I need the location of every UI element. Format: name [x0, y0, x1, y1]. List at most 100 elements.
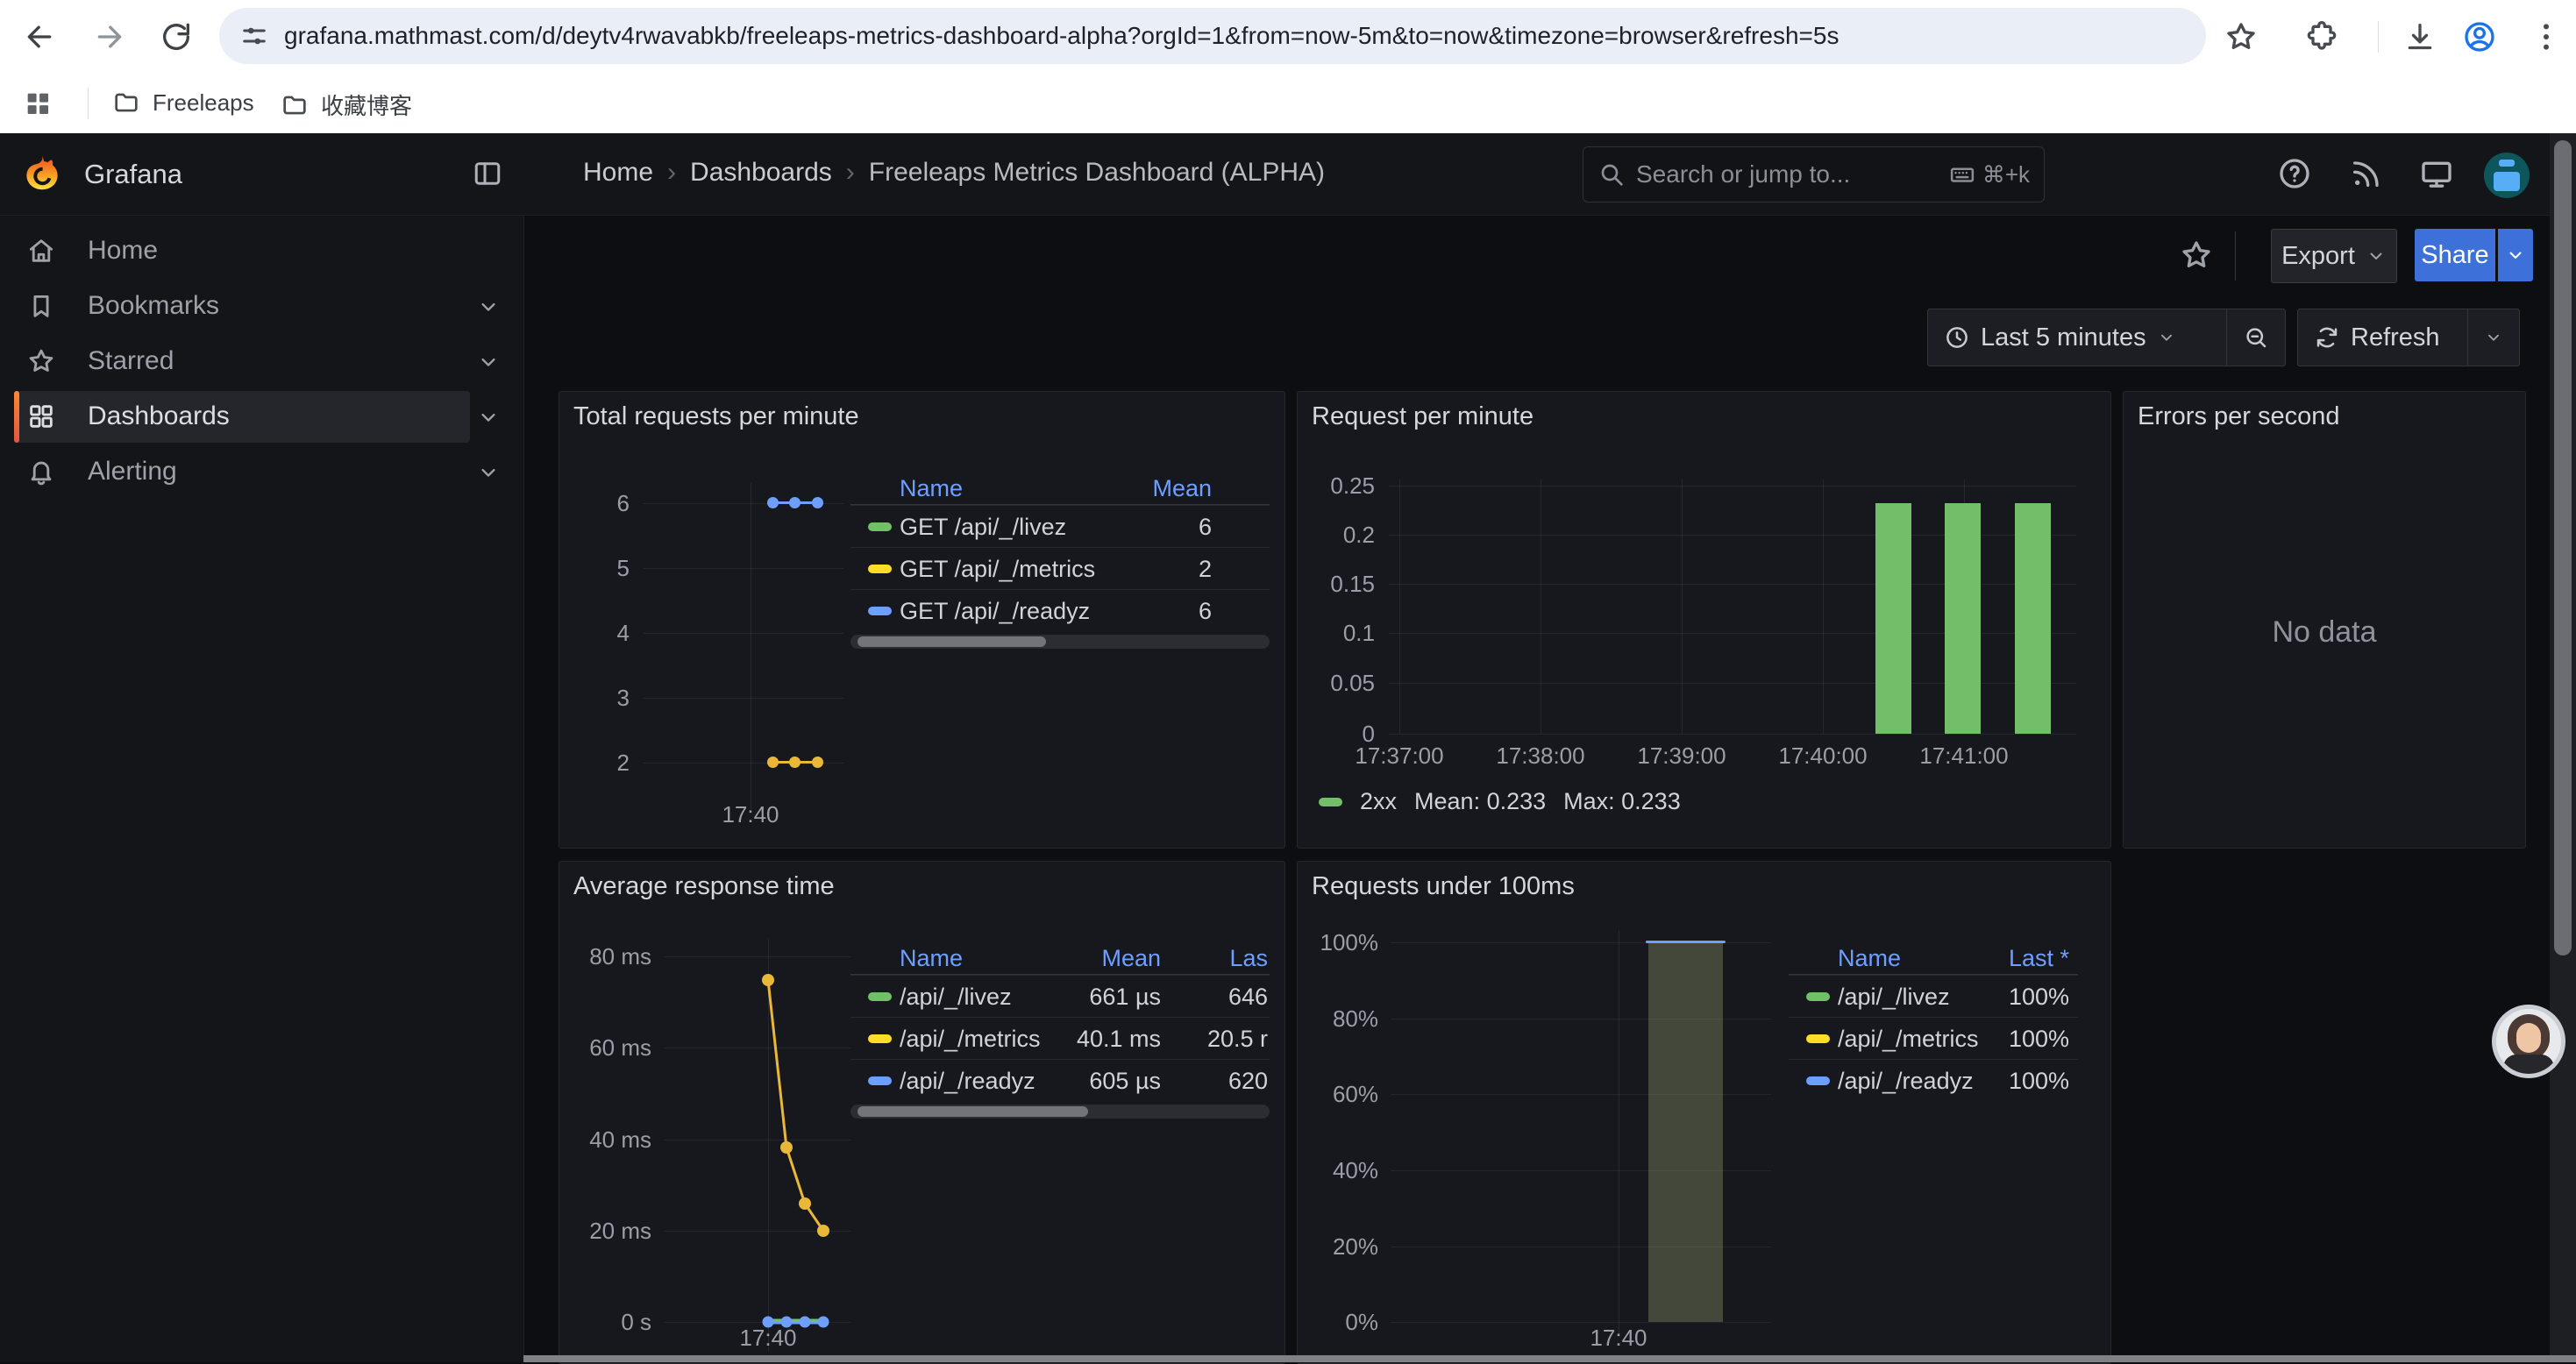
- legend-row[interactable]: GET /api/_/readyz 6: [850, 589, 1270, 631]
- chevron-down-icon[interactable]: [476, 460, 501, 485]
- sidebar-item-starred[interactable]: Starred: [0, 334, 523, 389]
- y-tick: 3: [559, 686, 630, 709]
- legend-col-mean[interactable]: Mean: [1152, 475, 1212, 502]
- legend-row[interactable]: GET /api/_/metrics 2: [850, 547, 1270, 589]
- x-tick: 17:39:00: [1620, 744, 1743, 767]
- series-name[interactable]: /api/_/livez: [1838, 984, 1950, 1011]
- legend-row[interactable]: /api/_/metrics 100%: [1789, 1017, 2078, 1059]
- y-tick: 5: [559, 557, 630, 579]
- brand-title: Grafana: [84, 159, 182, 190]
- series-name[interactable]: /api/_/metrics: [1838, 1026, 1979, 1053]
- time-range-picker[interactable]: Last 5 minutes: [1928, 309, 2226, 366]
- legend-col-last[interactable]: Last *: [2009, 945, 2069, 972]
- sidebar-item-bookmarks[interactable]: Bookmarks: [0, 279, 523, 334]
- series-name[interactable]: GET /api/_/readyz: [900, 598, 1090, 625]
- gridline: [1391, 1322, 1771, 1323]
- download-icon[interactable]: [2402, 19, 2437, 54]
- panel-title[interactable]: Total requests per minute: [573, 402, 859, 431]
- legend-row[interactable]: /api/_/livez 100%: [1789, 975, 2078, 1017]
- legend-col-name[interactable]: Name: [900, 945, 963, 972]
- help-icon[interactable]: [2277, 156, 2312, 191]
- legend-scrollbar[interactable]: [850, 1105, 1270, 1119]
- series-name[interactable]: 2xx: [1360, 788, 1397, 815]
- bookmark-folder-freeleaps[interactable]: Freeleaps: [112, 89, 254, 117]
- bookmark-folder-blogs[interactable]: 收藏博客: [281, 89, 412, 121]
- legend-scrollbar[interactable]: [850, 635, 1270, 649]
- legend-col-mean[interactable]: Mean: [1101, 945, 1161, 972]
- sidebar-toggle-icon[interactable]: [472, 158, 503, 189]
- search-icon: [1598, 160, 1626, 188]
- address-bar[interactable]: [219, 8, 2206, 64]
- assistant-avatar-widget[interactable]: [2492, 1005, 2565, 1078]
- legend-table: Name Mean GET /api/_/livez 6 GET /api/_/…: [850, 467, 1270, 631]
- series-name[interactable]: /api/_/metrics: [900, 1026, 1041, 1053]
- share-label: Share: [2421, 241, 2488, 270]
- page-scrollbar[interactable]: [2550, 133, 2576, 1362]
- series-name[interactable]: /api/_/livez: [900, 984, 1012, 1011]
- kiosk-monitor-icon[interactable]: [2419, 156, 2454, 191]
- url-input[interactable]: [282, 21, 2127, 51]
- share-button[interactable]: Share: [2415, 229, 2495, 281]
- forward-icon[interactable]: [92, 19, 127, 54]
- extensions-icon[interactable]: [2304, 19, 2339, 54]
- site-settings-icon[interactable]: [238, 20, 270, 52]
- series-last: 646: [1228, 984, 1268, 1011]
- series-swatch-blue: [868, 1076, 892, 1085]
- legend-col-name[interactable]: Name: [1838, 945, 1901, 972]
- bookmark-star-icon[interactable]: [2224, 19, 2259, 54]
- refresh-button[interactable]: Refresh: [2298, 309, 2467, 366]
- search-input[interactable]: Search or jump to... ⌘+k: [1583, 146, 2045, 202]
- sidebar-item-label: Dashboards: [88, 401, 230, 431]
- scrollbar-thumb[interactable]: [857, 1106, 1088, 1117]
- legend-row[interactable]: /api/_/readyz 100%: [1789, 1059, 2078, 1101]
- series-swatch-blue: [868, 607, 892, 615]
- breadcrumb-dashboards[interactable]: Dashboards: [690, 158, 832, 188]
- legend-row[interactable]: /api/_/metrics 40.1 ms 20.5 r: [850, 1017, 1270, 1059]
- reload-icon[interactable]: [159, 19, 194, 54]
- sidebar-item-alerting[interactable]: Alerting: [0, 444, 523, 500]
- legend-col-name[interactable]: Name: [900, 475, 963, 502]
- sidebar-item-label: Starred: [88, 346, 174, 376]
- legend-row[interactable]: /api/_/livez 661 µs 646: [850, 975, 1270, 1017]
- legend-row[interactable]: /api/_/readyz 605 µs 620: [850, 1059, 1270, 1101]
- data-point: [789, 757, 801, 768]
- chevron-down-icon[interactable]: [476, 405, 501, 430]
- rss-news-icon[interactable]: [2349, 156, 2384, 191]
- favorite-star-icon[interactable]: [2179, 238, 2214, 273]
- sidebar-item-home[interactable]: Home: [0, 224, 523, 279]
- zoom-out-button[interactable]: [2227, 309, 2285, 366]
- legend-col-last[interactable]: Las: [1229, 945, 1268, 972]
- y-tick: 0%: [1298, 1311, 1378, 1333]
- horizontal-scrollbar[interactable]: [523, 1355, 2576, 1362]
- scrollbar-thumb[interactable]: [857, 636, 1046, 647]
- series-name[interactable]: /api/_/readyz: [900, 1068, 1035, 1095]
- grafana-logo-icon[interactable]: [21, 153, 63, 195]
- selected-item-background: [14, 391, 470, 443]
- legend-bottom: 2xx Mean: 0.233 Max: 0.233: [1319, 788, 1681, 815]
- y-tick: 100%: [1298, 931, 1378, 954]
- dashboards-grid-icon: [26, 401, 56, 431]
- series-name[interactable]: /api/_/readyz: [1838, 1068, 1974, 1095]
- legend-row[interactable]: GET /api/_/livez 6: [850, 505, 1270, 547]
- breadcrumb-home[interactable]: Home: [583, 158, 653, 188]
- chevron-down-icon[interactable]: [476, 295, 501, 319]
- panel-title[interactable]: Errors per second: [2138, 402, 2340, 431]
- user-avatar[interactable]: [2484, 153, 2530, 198]
- chevron-down-icon[interactable]: [476, 350, 501, 374]
- chevron-down-icon: [2484, 328, 2503, 347]
- back-icon[interactable]: [22, 19, 57, 54]
- scrollbar-thumb[interactable]: [2554, 140, 2572, 956]
- panel-title[interactable]: Request per minute: [1312, 402, 1534, 431]
- gridline: [644, 698, 843, 699]
- series-swatch-yellow: [868, 565, 892, 573]
- kebab-menu-icon[interactable]: [2529, 19, 2564, 54]
- panel-title[interactable]: Requests under 100ms: [1312, 872, 1575, 901]
- profile-icon[interactable]: [2462, 19, 2497, 54]
- sidebar-item-dashboards[interactable]: Dashboards: [0, 389, 523, 444]
- series-name[interactable]: GET /api/_/livez: [900, 514, 1066, 541]
- series-name[interactable]: GET /api/_/metrics: [900, 556, 1095, 583]
- refresh-interval-dropdown[interactable]: [2468, 309, 2519, 366]
- apps-grid-icon[interactable]: [23, 89, 53, 118]
- export-button[interactable]: Export: [2271, 229, 2397, 283]
- share-dropdown-button[interactable]: [2498, 229, 2533, 281]
